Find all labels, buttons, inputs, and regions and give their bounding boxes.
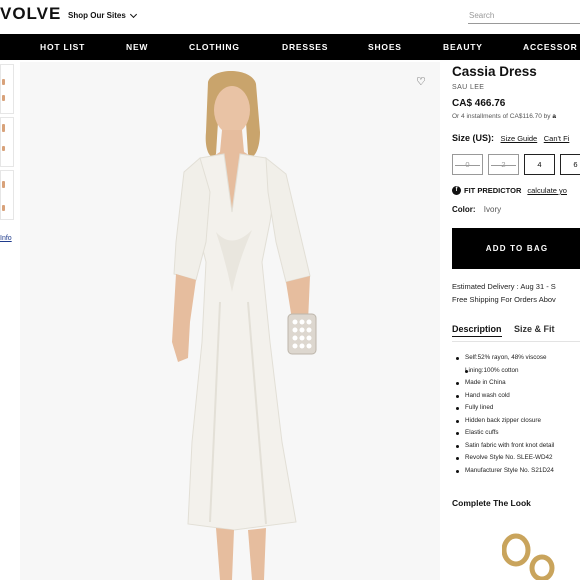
fit-predictor-label: FIT PREDICTOR (464, 186, 522, 195)
product-image[interactable] (20, 62, 440, 580)
nav-item-clothing[interactable]: CLOTHING (189, 42, 240, 52)
search-input[interactable]: Search (468, 8, 580, 24)
tab-description[interactable]: Description (452, 324, 502, 337)
installments-text: Or 4 installments of CA$116.70 by a (452, 113, 556, 120)
estimated-delivery: Estimated Delivery : Aug 31 - S (452, 282, 556, 291)
product-thumbnail[interactable] (0, 170, 14, 220)
product-details-list: Self:52% rayon, 48% viscose Lining:100% … (456, 352, 580, 477)
product-price: CA$ 466.76 (452, 98, 506, 109)
list-item: Hand wash cold (456, 390, 580, 403)
fit-predictor: f FIT PREDICTOR calculate yo (452, 186, 567, 195)
chevron-down-icon (129, 10, 137, 18)
fit-predictor-icon: f (452, 186, 461, 195)
list-item: Self:52% rayon, 48% viscose (456, 352, 580, 365)
product-brand[interactable]: SAU LEE (452, 84, 484, 91)
installments-prefix: Or 4 installments of CA$116.70 by (452, 113, 551, 120)
model-wearing-dress-image (20, 62, 440, 580)
shop-our-sites-dropdown[interactable]: Shop Our Sites (68, 10, 137, 20)
heart-icon[interactable]: ♡ (416, 75, 426, 88)
product-info-panel: Cassia Dress SAU LEE CA$ 466.76 Or 4 ins… (452, 62, 580, 580)
size-row: Size (US): Size Guide Can't Fi (452, 133, 569, 143)
list-item: Lining:100% cotton (465, 365, 580, 378)
product-title: Cassia Dress (452, 64, 537, 79)
add-to-bag-button[interactable]: ADD TO BAG (452, 228, 580, 269)
list-item: Manufacturer Style No. S21D24 (456, 465, 580, 478)
cant-find-size-link[interactable]: Can't Fi (544, 134, 570, 143)
nav-item-hot-list[interactable]: HOT LIST (40, 42, 85, 52)
list-item: Fully lined (456, 402, 580, 415)
fit-predictor-link[interactable]: calculate yo (527, 186, 567, 195)
list-item: Made in China (456, 377, 580, 390)
site-header: VOLVE Shop Our Sites Search (0, 0, 580, 34)
nav-item-new[interactable]: NEW (126, 42, 148, 52)
product-thumbnail[interactable] (0, 64, 14, 114)
nav-item-shoes[interactable]: SHOES (368, 42, 402, 52)
size-option-2[interactable]: 2 (488, 154, 519, 175)
color-row: Color: Ivory (452, 205, 501, 214)
nav-item-dresses[interactable]: DRESSES (282, 42, 328, 52)
installments-brand: a (552, 113, 556, 120)
color-label: Color: (452, 205, 476, 214)
thumbnail-strip (0, 64, 16, 223)
shop-our-sites-label: Shop Our Sites (68, 11, 126, 20)
earring-product-image[interactable] (502, 532, 580, 580)
list-item: Satin fabric with front knot detail (456, 440, 580, 453)
main-nav: HOT LIST NEW CLOTHING DRESSES SHOES BEAU… (0, 34, 580, 60)
size-option-4[interactable]: 4 (524, 154, 555, 175)
tab-divider (452, 341, 580, 342)
product-thumbnail[interactable] (0, 117, 14, 167)
product-tabs: Description Size & Fit (452, 324, 555, 337)
tab-size-fit[interactable]: Size & Fit (514, 324, 555, 334)
complete-the-look-heading: Complete The Look (452, 498, 531, 508)
size-option-0[interactable]: 0 (452, 154, 483, 175)
nav-item-accessories[interactable]: ACCESSOR (523, 42, 578, 52)
list-item: Revolve Style No. SLEE-WD42 (456, 452, 580, 465)
more-info-link[interactable]: Info (0, 235, 12, 242)
list-item: Elastic cuffs (456, 427, 580, 440)
color-value: Ivory (483, 205, 502, 214)
size-option-6[interactable]: 6 (560, 154, 580, 175)
size-guide-link[interactable]: Size Guide (501, 134, 538, 143)
list-item: Hidden back zipper closure (456, 415, 580, 428)
site-logo[interactable]: VOLVE (0, 4, 61, 24)
delivery-info: Estimated Delivery : Aug 31 - S Free Shi… (452, 280, 556, 306)
nav-item-beauty[interactable]: BEAUTY (443, 42, 483, 52)
size-label: Size (US): (452, 133, 495, 143)
free-shipping: Free Shipping For Orders Abov (452, 295, 556, 304)
